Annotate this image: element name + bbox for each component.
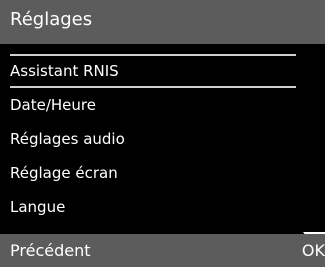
phone-display: Réglages Assistant RNIS Date/Heure Régla… [0, 0, 325, 267]
page-title: Réglages [10, 9, 93, 30]
menu-item-date-heure[interactable]: Date/Heure [10, 95, 96, 115]
menu-item-reglage-ecran[interactable]: Réglage écran [10, 163, 118, 183]
selection-line-top [10, 54, 296, 56]
settings-menu: Assistant RNIS Date/Heure Réglages audio… [0, 44, 325, 247]
menu-item-reglages-audio[interactable]: Réglages audio [10, 129, 125, 149]
selection-line-bottom [10, 86, 296, 88]
softkey-bar: Précédent OK [0, 234, 325, 267]
ok-button[interactable]: OK [302, 241, 325, 261]
menu-item-assistant-rnis[interactable]: Assistant RNIS [10, 61, 119, 81]
menu-item-langue[interactable]: Langue [10, 197, 65, 217]
back-button[interactable]: Précédent [10, 241, 91, 261]
title-bar: Réglages [0, 0, 325, 44]
